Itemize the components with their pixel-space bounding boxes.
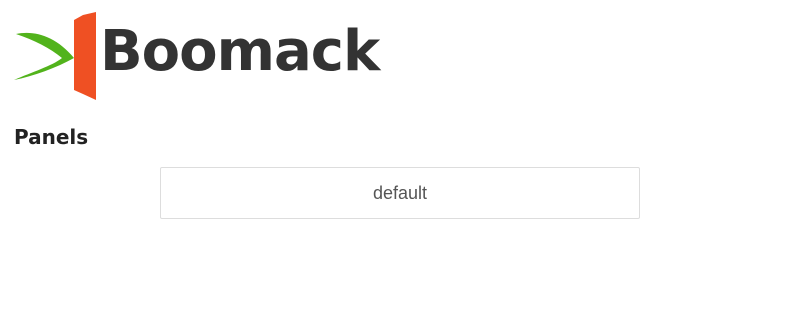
panel-item-default[interactable]: default (160, 167, 640, 219)
brand-name: Boomack (100, 19, 380, 84)
app-header: Boomack (12, 12, 380, 100)
panel-list: default (160, 167, 640, 219)
boomack-logo-icon (14, 12, 96, 100)
panels-heading: Panels (14, 125, 89, 149)
